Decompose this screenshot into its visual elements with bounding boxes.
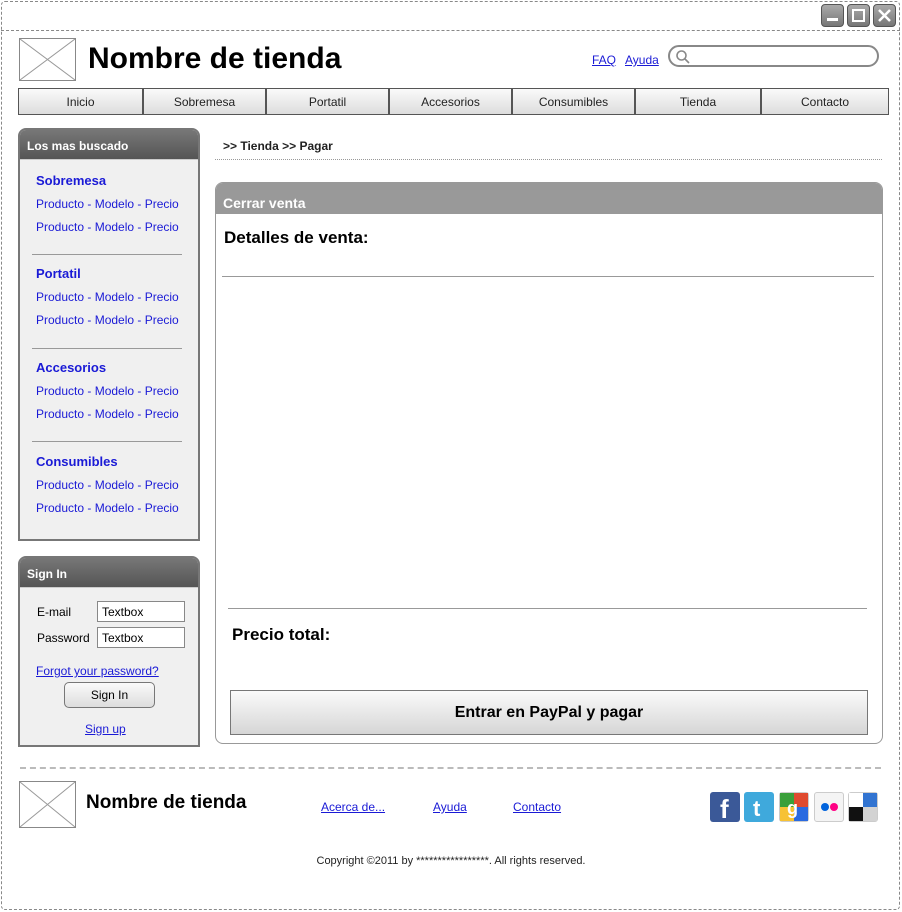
total-price-label: Precio total: — [232, 625, 331, 644]
nav-contacto[interactable]: Contacto — [762, 89, 888, 114]
checkout-panel-title: Cerrar venta — [216, 183, 882, 214]
svg-text:g: g — [787, 798, 798, 818]
password-field[interactable]: Textbox — [97, 627, 185, 648]
category-title-consumibles[interactable]: Consumibles — [36, 454, 118, 469]
divider — [32, 441, 182, 442]
google-icon[interactable]: g — [779, 792, 809, 822]
product-link[interactable]: Producto - Modelo - Precio — [36, 384, 179, 398]
paypal-pay-button[interactable]: Entrar en PayPal y pagar — [230, 690, 868, 735]
email-field[interactable]: Textbox — [97, 601, 185, 622]
divider — [32, 348, 182, 349]
product-link[interactable]: Producto - Modelo - Precio — [36, 313, 179, 327]
footer-logo-placeholder — [19, 781, 76, 828]
nav-tienda[interactable]: Tienda — [636, 89, 762, 114]
footer-divider — [20, 767, 881, 769]
nav-sobremesa[interactable]: Sobremesa — [144, 89, 267, 114]
help-link[interactable]: Ayuda — [625, 53, 659, 67]
nav-portatil[interactable]: Portatil — [267, 89, 390, 114]
main-nav: Inicio Sobremesa Portatil Accesorios Con… — [18, 88, 889, 115]
breadcrumb: >> Tienda >> Pagar — [223, 139, 333, 153]
password-label: Password — [37, 631, 90, 645]
facebook-icon[interactable]: f — [710, 792, 740, 824]
minimize-icon[interactable] — [821, 4, 844, 27]
divider — [222, 276, 874, 277]
nav-inicio[interactable]: Inicio — [19, 89, 144, 114]
window-controls — [821, 4, 896, 27]
footer-help-link[interactable]: Ayuda — [433, 800, 467, 814]
product-link[interactable]: Producto - Modelo - Precio — [36, 220, 179, 234]
signup-link[interactable]: Sign up — [85, 722, 126, 736]
window-titlebar-divider — [1, 30, 900, 31]
faq-link[interactable]: FAQ — [592, 53, 616, 67]
signin-panel: Sign In E-mail Textbox Password Textbox … — [18, 556, 200, 747]
footer-contact-link[interactable]: Contacto — [513, 800, 561, 814]
delicious-icon[interactable] — [848, 792, 878, 822]
footer-store-title: Nombre de tienda — [86, 792, 247, 813]
signin-button[interactable]: Sign In — [64, 682, 155, 708]
product-link[interactable]: Producto - Modelo - Precio — [36, 501, 179, 515]
category-title-portatil[interactable]: Portatil — [36, 266, 81, 281]
search-icon — [676, 50, 690, 64]
logo-placeholder — [19, 38, 76, 81]
footer-about-link[interactable]: Acerca de... — [321, 800, 385, 814]
forgot-password-link[interactable]: Forgot your password? — [36, 664, 159, 678]
search-input[interactable] — [668, 45, 879, 67]
product-link[interactable]: Producto - Modelo - Precio — [36, 197, 179, 211]
checkout-panel: Cerrar venta Detalles de venta: Precio t… — [215, 182, 883, 744]
product-link[interactable]: Producto - Modelo - Precio — [36, 407, 179, 421]
product-link[interactable]: Producto - Modelo - Precio — [36, 290, 179, 304]
nav-accesorios[interactable]: Accesorios — [390, 89, 513, 114]
signin-panel-title: Sign In — [20, 558, 198, 588]
email-label: E-mail — [37, 605, 72, 619]
product-link[interactable]: Producto - Modelo - Precio — [36, 478, 179, 492]
breadcrumb-divider — [215, 159, 882, 160]
sale-details-label: Detalles de venta: — [224, 228, 369, 247]
maximize-icon[interactable] — [847, 4, 870, 27]
category-title-sobremesa[interactable]: Sobremesa — [36, 173, 106, 188]
divider — [32, 254, 182, 255]
divider — [228, 608, 867, 609]
popular-panel-title: Los mas buscado — [20, 130, 198, 160]
svg-text:f: f — [720, 794, 729, 822]
svg-text:t: t — [753, 796, 761, 821]
popular-panel: Los mas buscado Sobremesa Producto - Mod… — [18, 128, 200, 541]
category-title-accesorios[interactable]: Accesorios — [36, 360, 106, 375]
copyright-text: Copyright ©2011 by *****************. Al… — [316, 855, 586, 867]
twitter-icon[interactable]: t — [744, 792, 774, 822]
close-icon[interactable] — [873, 4, 896, 27]
store-title: Nombre de tienda — [88, 42, 342, 75]
nav-consumibles[interactable]: Consumibles — [513, 89, 636, 114]
flickr-icon[interactable] — [814, 792, 844, 822]
